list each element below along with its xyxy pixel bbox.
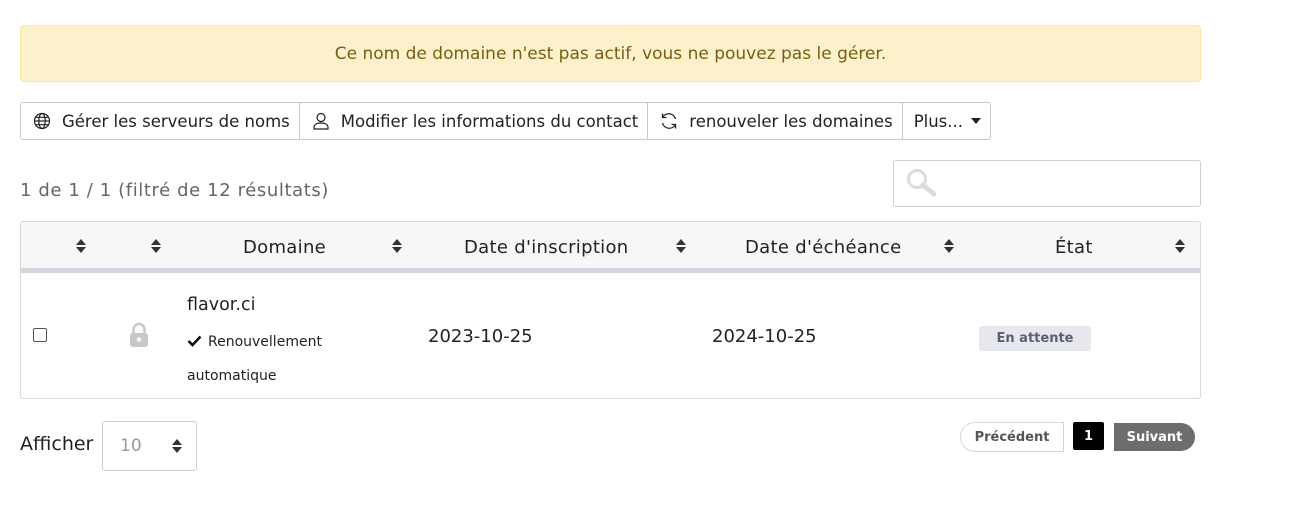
renew-domains-label: renouveler les domaines [689, 111, 893, 131]
domain-name: flavor.ci [187, 295, 256, 315]
page-size-value: 10 [120, 436, 142, 456]
check-icon [187, 327, 202, 360]
select-arrows-icon [172, 439, 182, 455]
search-input[interactable] [893, 160, 1201, 207]
results-summary: 1 de 1 / 1 (filtré de 12 résultats) [20, 180, 330, 201]
page-1-button[interactable]: 1 [1073, 422, 1104, 450]
domain-actions-toolbar: Gérer les serveurs de noms Modifier les … [20, 102, 992, 140]
lock-icon [128, 322, 150, 352]
globe-icon [32, 111, 52, 131]
alert-message: Ce nom de domaine n'est pas actif, vous … [334, 43, 887, 64]
manage-nameservers-label: Gérer les serveurs de noms [62, 111, 290, 131]
sort-icon[interactable] [392, 239, 402, 255]
sort-icon[interactable] [676, 239, 686, 255]
column-header-status[interactable]: État [1055, 222, 1093, 273]
column-header-domain[interactable]: Domaine [243, 222, 326, 273]
expiry-date: 2024-10-25 [712, 326, 817, 347]
row-select-checkbox[interactable] [33, 328, 47, 342]
inactive-domain-alert: Ce nom de domaine n'est pas actif, vous … [20, 25, 1201, 82]
user-icon [311, 111, 331, 131]
page-size-label: Afficher [20, 433, 94, 455]
auto-renew-label: Renouvellement automatique [187, 334, 322, 384]
manage-nameservers-button[interactable]: Gérer les serveurs de noms [21, 103, 300, 139]
status-badge: En attente [979, 326, 1091, 351]
column-header-expiry-date[interactable]: Date d'échéance [745, 222, 901, 273]
refresh-icon [659, 111, 679, 131]
more-actions-label: Plus... [913, 111, 964, 131]
previous-page-button[interactable]: Précédent [960, 422, 1064, 452]
search-icon [905, 168, 939, 202]
column-header-registration-date[interactable]: Date d'inscription [464, 222, 629, 273]
edit-contact-label: Modifier les informations du contact [340, 111, 639, 131]
sort-icon[interactable] [151, 239, 161, 255]
sort-icon[interactable] [1175, 239, 1185, 255]
sort-icon[interactable] [76, 239, 86, 255]
registration-date: 2023-10-25 [428, 326, 533, 347]
page-size-select[interactable]: 10 [102, 421, 197, 471]
edit-contact-button[interactable]: Modifier les informations du contact [300, 103, 649, 139]
caret-down-icon [971, 118, 982, 124]
table-header: Domaine Date d'inscription Date d'échéan… [21, 222, 1200, 273]
domains-table: Domaine Date d'inscription Date d'échéan… [20, 221, 1201, 399]
renew-domains-button[interactable]: renouveler les domaines [648, 103, 903, 139]
auto-renew-status: Renouvellement automatique [187, 326, 387, 393]
more-actions-dropdown[interactable]: Plus... [903, 103, 990, 139]
sort-icon[interactable] [944, 239, 954, 255]
next-page-button[interactable]: Suivant [1114, 423, 1195, 451]
